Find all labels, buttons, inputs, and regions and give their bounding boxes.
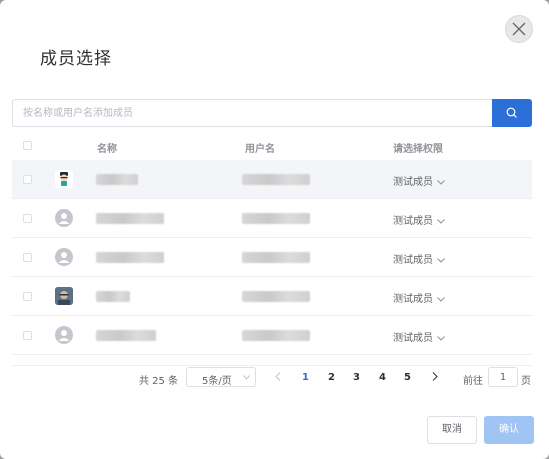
page-suffix-label: 页 bbox=[521, 376, 531, 387]
goto-label: 前往 bbox=[463, 376, 483, 387]
member-username: ████████ bbox=[242, 174, 310, 185]
member-username: ████████ bbox=[242, 213, 310, 224]
table-row[interactable]: ████ ████████ 测试成员 bbox=[12, 160, 532, 199]
row-checkbox[interactable] bbox=[23, 253, 32, 262]
member-table: 名称 用户名 请选择权限 ████ ████████ 测试成员 bbox=[12, 132, 532, 355]
table-row[interactable]: ████ ████████ 测试成员 bbox=[12, 277, 532, 316]
table-row[interactable]: ██████ ████████ 测试成员 bbox=[12, 316, 532, 355]
member-select-dialog: 成员选择 名称 用户名 请选择权限 bbox=[0, 0, 549, 459]
member-name: ████ bbox=[96, 291, 130, 302]
goto-page-input[interactable] bbox=[488, 367, 518, 387]
member-username: ████████ bbox=[242, 291, 310, 302]
role-select[interactable]: 测试成员 bbox=[393, 173, 445, 188]
close-icon bbox=[512, 22, 526, 36]
select-all-checkbox[interactable] bbox=[23, 141, 32, 150]
prev-page-button[interactable] bbox=[275, 372, 281, 384]
cartoon-avatar-icon bbox=[55, 170, 73, 188]
role-select[interactable]: 测试成员 bbox=[393, 251, 445, 266]
member-username: ████████ bbox=[242, 330, 310, 341]
chevron-down-icon bbox=[437, 179, 445, 185]
next-page-button[interactable] bbox=[432, 372, 438, 384]
page-size-select[interactable]: 5条/页 bbox=[186, 367, 256, 387]
header-username: 用户名 bbox=[245, 144, 275, 155]
default-avatar-icon bbox=[55, 209, 73, 227]
row-checkbox[interactable] bbox=[23, 175, 32, 184]
default-avatar-icon bbox=[55, 248, 73, 266]
pagination: 共 25 条 5条/页 1 2 3 4 5 前往 页 bbox=[12, 365, 532, 390]
page-5[interactable]: 5 bbox=[404, 372, 411, 383]
dialog-title: 成员选择 bbox=[40, 49, 112, 69]
chevron-down-icon bbox=[437, 335, 445, 341]
default-avatar-icon bbox=[55, 326, 73, 344]
role-select[interactable]: 测试成员 bbox=[393, 329, 445, 344]
member-search-input[interactable] bbox=[12, 99, 492, 127]
search-button[interactable] bbox=[492, 99, 532, 127]
table-header: 名称 用户名 请选择权限 bbox=[12, 132, 532, 160]
chevron-down-icon bbox=[437, 218, 445, 224]
table-row[interactable]: ████████ ████████ 测试成员 bbox=[12, 238, 532, 277]
member-username: ████████ bbox=[242, 252, 310, 263]
member-name: ████████ bbox=[96, 213, 164, 224]
photo-avatar-icon bbox=[55, 287, 73, 305]
member-name: ████████ bbox=[96, 252, 164, 263]
chevron-down-icon bbox=[437, 257, 445, 263]
row-checkbox[interactable] bbox=[23, 292, 32, 301]
page-size-value: 5条/页 bbox=[202, 376, 232, 387]
role-select[interactable]: 测试成员 bbox=[393, 290, 445, 305]
confirm-button[interactable]: 确认 bbox=[484, 416, 534, 444]
page-1[interactable]: 1 bbox=[302, 372, 309, 383]
search-icon bbox=[506, 107, 517, 118]
chevron-down-icon bbox=[243, 375, 250, 380]
search-bar bbox=[12, 99, 532, 127]
header-role: 请选择权限 bbox=[393, 144, 443, 155]
chevron-left-icon bbox=[275, 372, 281, 381]
header-name: 名称 bbox=[97, 144, 117, 155]
member-name: ████ bbox=[96, 174, 138, 185]
chevron-right-icon bbox=[432, 372, 438, 381]
pagination-total: 共 25 条 bbox=[139, 376, 179, 387]
role-select[interactable]: 测试成员 bbox=[393, 212, 445, 227]
row-checkbox[interactable] bbox=[23, 331, 32, 340]
page-3[interactable]: 3 bbox=[353, 372, 360, 383]
row-checkbox[interactable] bbox=[23, 214, 32, 223]
page-4[interactable]: 4 bbox=[379, 372, 386, 383]
close-button[interactable] bbox=[505, 15, 533, 43]
chevron-down-icon bbox=[437, 296, 445, 302]
cancel-button[interactable]: 取消 bbox=[427, 416, 477, 444]
page-2[interactable]: 2 bbox=[328, 372, 335, 383]
table-row[interactable]: ████████ ████████ 测试成员 bbox=[12, 199, 532, 238]
member-name: ██████ bbox=[96, 330, 156, 341]
